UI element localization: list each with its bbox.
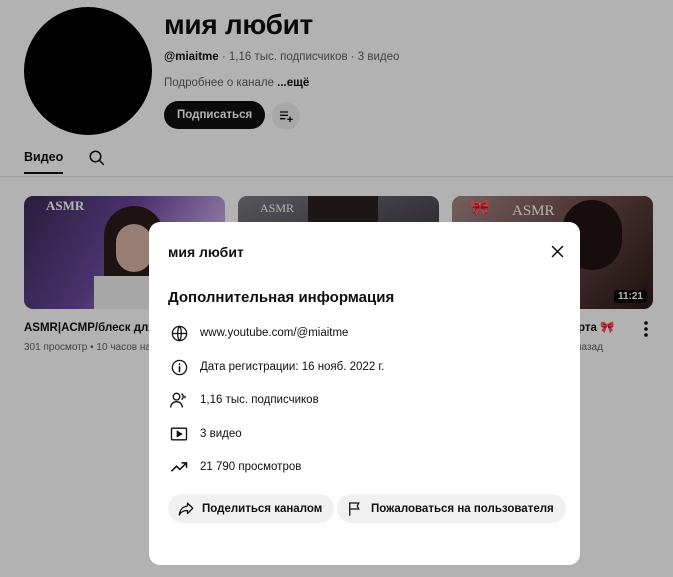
flag-icon bbox=[345, 499, 365, 519]
video-icon bbox=[168, 423, 190, 445]
subscribers-icon bbox=[168, 389, 190, 411]
info-row-subscribers: 1,16 тыс. подписчиков bbox=[168, 388, 319, 412]
info-icon bbox=[168, 356, 190, 378]
close-icon[interactable] bbox=[547, 241, 567, 261]
trending-icon bbox=[168, 456, 190, 478]
info-row-text: 21 790 просмотров bbox=[200, 461, 302, 473]
info-row-text: 3 видео bbox=[200, 428, 242, 440]
info-row-text[interactable]: www.youtube.com/@miaitme bbox=[200, 327, 348, 339]
report-user-label: Пожаловаться на пользователя bbox=[371, 502, 554, 515]
dialog-heading: Дополнительная информация bbox=[168, 289, 395, 306]
info-row-text: 1,16 тыс. подписчиков bbox=[200, 394, 319, 406]
info-row-videos: 3 видео bbox=[168, 422, 242, 446]
share-channel-label: Поделиться каналом bbox=[202, 502, 323, 515]
share-channel-button[interactable]: Поделиться каналом bbox=[168, 494, 335, 523]
globe-icon bbox=[168, 322, 190, 344]
report-user-button[interactable]: Пожаловаться на пользователя bbox=[337, 494, 566, 523]
info-row-text: Дата регистрации: 16 нояб. 2022 г. bbox=[200, 361, 385, 373]
info-row-url[interactable]: www.youtube.com/@miaitme bbox=[168, 321, 348, 345]
info-row-views: 21 790 просмотров bbox=[168, 455, 301, 479]
info-row-joined: Дата регистрации: 16 нояб. 2022 г. bbox=[168, 355, 384, 379]
dialog-title: мия любит bbox=[168, 244, 244, 260]
share-icon bbox=[176, 499, 196, 519]
about-dialog: мия любит Дополнительная информация www.… bbox=[149, 222, 580, 565]
